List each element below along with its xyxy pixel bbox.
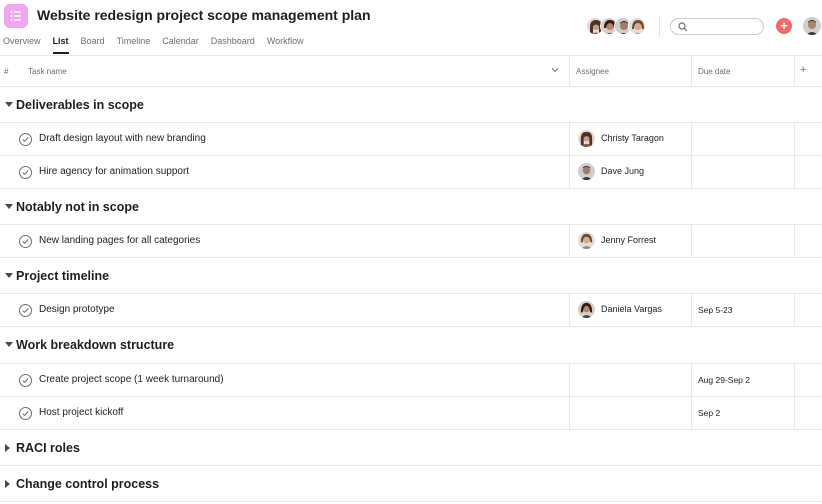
task-name[interactable]: New landing pages for all categories (39, 235, 200, 246)
check-circle-icon[interactable] (19, 166, 32, 179)
task-name[interactable]: Host project kickoff (39, 407, 123, 418)
caret-right-icon[interactable] (5, 480, 10, 488)
assignee-cell[interactable] (569, 364, 691, 396)
assignee-name: Daniela Vargas (601, 304, 662, 314)
project-tabs: Overview List Board Timeline Calendar Da… (3, 36, 316, 54)
section-title[interactable]: RACI roles (16, 441, 80, 455)
table-row[interactable]: Host project kickoff Sep 2 (0, 397, 822, 430)
caret-down-icon[interactable] (5, 342, 13, 347)
avatar (578, 232, 595, 249)
caret-down-icon[interactable] (5, 273, 13, 278)
list-icon[interactable] (4, 4, 28, 28)
check-circle-icon[interactable] (19, 304, 32, 317)
column-hash: # (4, 67, 9, 76)
section-deliverables-in-scope[interactable]: Deliverables in scope (0, 87, 822, 123)
member-avatars[interactable] (586, 17, 646, 35)
due-date: Sep 5-23 (698, 305, 733, 315)
header-divider (659, 17, 660, 37)
column-header-row: # Task name Assignee Due date + (0, 56, 822, 87)
empty-cell (794, 225, 822, 257)
section-title[interactable]: Project timeline (16, 269, 109, 283)
column-divider (569, 56, 570, 86)
table-row[interactable]: Hire agency for animation support Dave J… (0, 156, 822, 189)
assignee-name: Dave Jung (601, 166, 645, 176)
section-change-control-process[interactable]: Change control process (0, 466, 822, 502)
section-title[interactable]: Deliverables in scope (16, 98, 144, 112)
check-circle-icon[interactable] (19, 235, 32, 248)
due-date-cell[interactable] (691, 156, 794, 188)
section-title[interactable]: Notably not in scope (16, 200, 139, 214)
due-date-cell[interactable] (691, 123, 794, 155)
tab-timeline[interactable]: Timeline (117, 36, 151, 54)
avatar (578, 130, 595, 147)
due-date-cell[interactable]: Aug 29-Sep 2 (691, 364, 794, 396)
check-circle-icon[interactable] (19, 374, 32, 387)
current-user-avatar[interactable] (803, 17, 821, 35)
tab-board[interactable]: Board (81, 36, 105, 54)
table-row[interactable]: New landing pages for all categories Jen… (0, 225, 822, 258)
assignee-cell[interactable]: Jenny Forrest (569, 225, 691, 257)
add-column-button[interactable]: + (800, 64, 806, 76)
section-notably-not-in-scope[interactable]: Notably not in scope (0, 189, 822, 225)
assignee-cell[interactable]: Christy Taragon (569, 123, 691, 155)
column-assignee[interactable]: Assignee (576, 67, 609, 76)
section-project-timeline[interactable]: Project timeline (0, 258, 822, 294)
empty-cell (794, 123, 822, 155)
check-circle-icon[interactable] (19, 407, 32, 420)
due-date-cell[interactable] (691, 225, 794, 257)
assignee-cell[interactable]: Dave Jung (569, 156, 691, 188)
caret-right-icon[interactable] (5, 444, 10, 452)
search-input[interactable] (670, 18, 764, 35)
task-name[interactable]: Hire agency for animation support (39, 166, 189, 177)
assignee-cell[interactable] (569, 397, 691, 429)
search-icon (678, 22, 688, 32)
assignee-name: Jenny Forrest (601, 235, 657, 245)
table-row[interactable]: Create project scope (1 week turnaround)… (0, 364, 822, 397)
tab-workflow[interactable]: Workflow (267, 36, 304, 54)
due-date-cell[interactable]: Sep 5-23 (691, 294, 794, 326)
column-divider (794, 56, 795, 86)
empty-cell (794, 364, 822, 396)
tab-calendar[interactable]: Calendar (162, 36, 199, 54)
section-title[interactable]: Change control process (16, 477, 159, 491)
tab-list[interactable]: List (52, 36, 69, 54)
avatar (578, 163, 595, 180)
task-name[interactable]: Create project scope (1 week turnaround) (39, 374, 224, 385)
section-work-breakdown-structure[interactable]: Work breakdown structure (0, 327, 822, 364)
avatar (628, 17, 646, 35)
table-row[interactable]: Draft design layout with new branding Ch… (0, 123, 822, 156)
avatar (578, 301, 595, 318)
check-circle-icon[interactable] (19, 133, 32, 146)
assignee-cell[interactable]: Daniela Vargas (569, 294, 691, 326)
caret-down-icon[interactable] (5, 102, 13, 107)
section-title[interactable]: Work breakdown structure (16, 338, 174, 352)
task-name[interactable]: Design prototype (39, 304, 115, 315)
column-due-date[interactable]: Due date (698, 67, 730, 76)
column-task-name[interactable]: Task name (28, 67, 67, 76)
assignee-name: Christy Taragon (601, 133, 664, 143)
due-date: Aug 29-Sep 2 (698, 375, 750, 385)
empty-cell (794, 294, 822, 326)
empty-cell (794, 397, 822, 429)
task-name[interactable]: Draft design layout with new branding (39, 133, 206, 144)
section-raci-roles[interactable]: RACI roles (0, 430, 822, 466)
caret-down-icon[interactable] (5, 204, 13, 209)
due-date-cell[interactable]: Sep 2 (691, 397, 794, 429)
add-button[interactable]: + (776, 18, 792, 34)
empty-cell (794, 156, 822, 188)
tab-overview[interactable]: Overview (3, 36, 41, 54)
chevron-down-icon[interactable] (551, 66, 559, 74)
column-divider (691, 56, 692, 86)
project-header: Website redesign project scope managemen… (0, 0, 822, 56)
due-date: Sep 2 (698, 408, 721, 418)
table-row[interactable]: Design prototype Daniela Vargas Sep 5-23 (0, 294, 822, 327)
tab-dashboard[interactable]: Dashboard (211, 36, 255, 54)
project-title[interactable]: Website redesign project scope managemen… (37, 7, 371, 23)
